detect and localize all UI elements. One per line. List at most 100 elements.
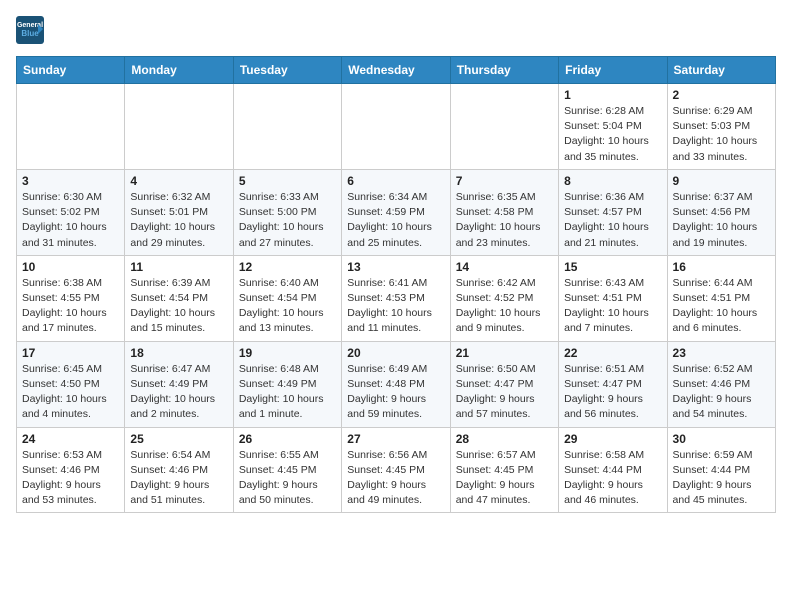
- day-info: Sunrise: 6:29 AM Sunset: 5:03 PM Dayligh…: [673, 104, 770, 165]
- calendar-cell: 14 Sunrise: 6:42 AM Sunset: 4:52 PM Dayli…: [450, 255, 558, 341]
- day-number: 22: [564, 346, 661, 360]
- calendar-cell: 18Sunrise: 6:47 AM Sunset: 4:49 PM Dayli…: [125, 341, 233, 427]
- day-number: 14: [456, 260, 553, 274]
- day-info: Sunrise: 6:51 AM Sunset: 4:47 PM Dayligh…: [564, 362, 661, 423]
- calendar-cell: [342, 84, 450, 170]
- calendar-cell: 12Sunrise: 6:40 AM Sunset: 4:54 PM Dayli…: [233, 255, 341, 341]
- day-info: Sunrise: 6:47 AM Sunset: 4:49 PM Dayligh…: [130, 362, 227, 423]
- day-number: 5: [239, 174, 336, 188]
- day-number: 30: [673, 432, 770, 446]
- day-info: Sunrise: 6:36 AM Sunset: 4:57 PM Dayligh…: [564, 190, 661, 251]
- day-number: 7: [456, 174, 553, 188]
- day-info: Sunrise: 6:37 AM Sunset: 4:56 PM Dayligh…: [673, 190, 770, 251]
- weekday-header-thursday: Thursday: [450, 57, 558, 84]
- calendar-cell: 27 Sunrise: 6:56 AM Sunset: 4:45 PM Dayli…: [342, 427, 450, 513]
- day-info: Sunrise: 6:28 AM Sunset: 5:04 PM Dayligh…: [564, 104, 661, 165]
- calendar-cell: [233, 84, 341, 170]
- calendar-table: SundayMondayTuesdayWednesdayThursdayFrid…: [16, 56, 776, 513]
- weekday-header-tuesday: Tuesday: [233, 57, 341, 84]
- day-info: Sunrise: 6:33 AM Sunset: 5:00 PM Dayligh…: [239, 190, 336, 251]
- calendar-cell: [17, 84, 125, 170]
- day-info: Sunrise: 6:49 AM Sunset: 4:48 PM Dayligh…: [347, 362, 444, 423]
- day-number: 10: [22, 260, 119, 274]
- day-info: Sunrise: 6:42 AM Sunset: 4:52 PM Dayligh…: [456, 276, 553, 337]
- day-info: Sunrise: 6:54 AM Sunset: 4:46 PM Dayligh…: [130, 448, 227, 509]
- day-info: Sunrise: 6:45 AM Sunset: 4:50 PM Dayligh…: [22, 362, 119, 423]
- weekday-header-saturday: Saturday: [667, 57, 775, 84]
- calendar-cell: [125, 84, 233, 170]
- day-info: Sunrise: 6:56 AM Sunset: 4:45 PM Dayligh…: [347, 448, 444, 509]
- day-number: 6: [347, 174, 444, 188]
- day-number: 2: [673, 88, 770, 102]
- calendar-cell: 6 Sunrise: 6:34 AM Sunset: 4:59 PM Daylig…: [342, 169, 450, 255]
- logo: General Blue: [16, 16, 48, 44]
- calendar-cell: 4 Sunrise: 6:32 AM Sunset: 5:01 PM Daylig…: [125, 169, 233, 255]
- logo-icon: General Blue: [16, 16, 44, 44]
- day-number: 27: [347, 432, 444, 446]
- day-number: 15: [564, 260, 661, 274]
- day-info: Sunrise: 6:44 AM Sunset: 4:51 PM Dayligh…: [673, 276, 770, 337]
- day-info: Sunrise: 6:55 AM Sunset: 4:45 PM Dayligh…: [239, 448, 336, 509]
- day-info: Sunrise: 6:52 AM Sunset: 4:46 PM Dayligh…: [673, 362, 770, 423]
- day-number: 25: [130, 432, 227, 446]
- day-number: 3: [22, 174, 119, 188]
- calendar-cell: 9 Sunrise: 6:37 AM Sunset: 4:56 PM Daylig…: [667, 169, 775, 255]
- day-number: 20: [347, 346, 444, 360]
- calendar-week-1: 1 Sunrise: 6:28 AM Sunset: 5:04 PM Daylig…: [17, 84, 776, 170]
- day-number: 19: [239, 346, 336, 360]
- calendar-week-4: 17 Sunrise: 6:45 AM Sunset: 4:50 PM Dayli…: [17, 341, 776, 427]
- day-info: Sunrise: 6:57 AM Sunset: 4:45 PM Dayligh…: [456, 448, 553, 509]
- calendar-cell: 30 Sunrise: 6:59 AM Sunset: 4:44 PM Dayli…: [667, 427, 775, 513]
- calendar-cell: 2 Sunrise: 6:29 AM Sunset: 5:03 PM Daylig…: [667, 84, 775, 170]
- calendar-header-row: SundayMondayTuesdayWednesdayThursdayFrid…: [17, 57, 776, 84]
- calendar-cell: 25 Sunrise: 6:54 AM Sunset: 4:46 PM Dayli…: [125, 427, 233, 513]
- calendar-cell: 13 Sunrise: 6:41 AM Sunset: 4:53 PM Dayli…: [342, 255, 450, 341]
- day-info: Sunrise: 6:39 AM Sunset: 4:54 PM Dayligh…: [130, 276, 227, 337]
- day-number: 9: [673, 174, 770, 188]
- day-info: Sunrise: 6:41 AM Sunset: 4:53 PM Dayligh…: [347, 276, 444, 337]
- day-number: 21: [456, 346, 553, 360]
- day-number: 13: [347, 260, 444, 274]
- calendar-cell: 21 Sunrise: 6:50 AM Sunset: 4:47 PM Dayli…: [450, 341, 558, 427]
- calendar-cell: 1 Sunrise: 6:28 AM Sunset: 5:04 PM Daylig…: [559, 84, 667, 170]
- day-number: 8: [564, 174, 661, 188]
- day-number: 24: [22, 432, 119, 446]
- day-info: Sunrise: 6:30 AM Sunset: 5:02 PM Dayligh…: [22, 190, 119, 251]
- day-info: Sunrise: 6:32 AM Sunset: 5:01 PM Dayligh…: [130, 190, 227, 251]
- day-number: 4: [130, 174, 227, 188]
- day-number: 11: [130, 260, 227, 274]
- day-number: 28: [456, 432, 553, 446]
- svg-text:Blue: Blue: [21, 29, 39, 38]
- calendar-cell: 28 Sunrise: 6:57 AM Sunset: 4:45 PM Dayli…: [450, 427, 558, 513]
- calendar-cell: 5 Sunrise: 6:33 AM Sunset: 5:00 PM Daylig…: [233, 169, 341, 255]
- calendar-week-2: 3 Sunrise: 6:30 AM Sunset: 5:02 PM Daylig…: [17, 169, 776, 255]
- calendar-cell: 8 Sunrise: 6:36 AM Sunset: 4:57 PM Daylig…: [559, 169, 667, 255]
- calendar-cell: 29Sunrise: 6:58 AM Sunset: 4:44 PM Dayli…: [559, 427, 667, 513]
- day-info: Sunrise: 6:59 AM Sunset: 4:44 PM Dayligh…: [673, 448, 770, 509]
- day-info: Sunrise: 6:53 AM Sunset: 4:46 PM Dayligh…: [22, 448, 119, 509]
- day-number: 26: [239, 432, 336, 446]
- day-info: Sunrise: 6:35 AM Sunset: 4:58 PM Dayligh…: [456, 190, 553, 251]
- day-number: 17: [22, 346, 119, 360]
- calendar-cell: 20 Sunrise: 6:49 AM Sunset: 4:48 PM Dayli…: [342, 341, 450, 427]
- calendar-cell: 26 Sunrise: 6:55 AM Sunset: 4:45 PM Dayli…: [233, 427, 341, 513]
- calendar-cell: 16 Sunrise: 6:44 AM Sunset: 4:51 PM Dayli…: [667, 255, 775, 341]
- calendar-cell: 7 Sunrise: 6:35 AM Sunset: 4:58 PM Daylig…: [450, 169, 558, 255]
- calendar-week-5: 24 Sunrise: 6:53 AM Sunset: 4:46 PM Dayli…: [17, 427, 776, 513]
- day-info: Sunrise: 6:43 AM Sunset: 4:51 PM Dayligh…: [564, 276, 661, 337]
- day-number: 23: [673, 346, 770, 360]
- calendar-cell: 3 Sunrise: 6:30 AM Sunset: 5:02 PM Daylig…: [17, 169, 125, 255]
- day-number: 29: [564, 432, 661, 446]
- calendar-cell: 23 Sunrise: 6:52 AM Sunset: 4:46 PM Dayli…: [667, 341, 775, 427]
- day-number: 1: [564, 88, 661, 102]
- calendar-cell: 17 Sunrise: 6:45 AM Sunset: 4:50 PM Dayli…: [17, 341, 125, 427]
- day-info: Sunrise: 6:50 AM Sunset: 4:47 PM Dayligh…: [456, 362, 553, 423]
- calendar-cell: [450, 84, 558, 170]
- calendar-cell: 24 Sunrise: 6:53 AM Sunset: 4:46 PM Dayli…: [17, 427, 125, 513]
- day-info: Sunrise: 6:34 AM Sunset: 4:59 PM Dayligh…: [347, 190, 444, 251]
- calendar-cell: 19Sunrise: 6:48 AM Sunset: 4:49 PM Dayli…: [233, 341, 341, 427]
- day-info: Sunrise: 6:38 AM Sunset: 4:55 PM Dayligh…: [22, 276, 119, 337]
- day-number: 16: [673, 260, 770, 274]
- weekday-header-monday: Monday: [125, 57, 233, 84]
- calendar-cell: 11 Sunrise: 6:39 AM Sunset: 4:54 PM Dayli…: [125, 255, 233, 341]
